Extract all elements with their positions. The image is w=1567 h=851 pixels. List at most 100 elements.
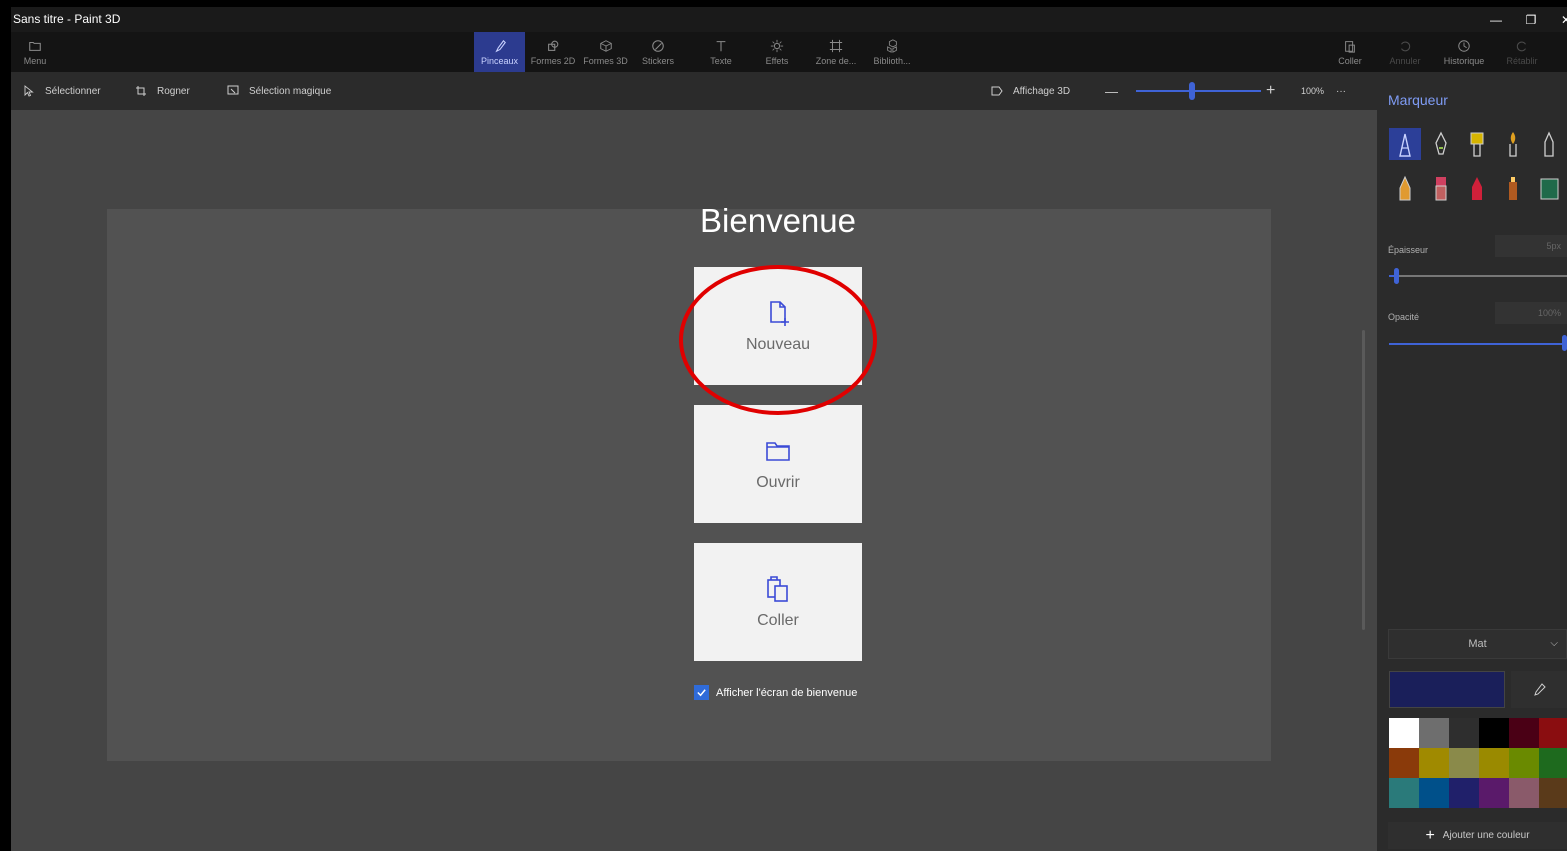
fill-brush[interactable]: [1533, 172, 1565, 204]
ribbon: Menu Pinceaux Formes 2D Formes 3D Sticke…: [11, 32, 1567, 72]
color-swatch[interactable]: [1389, 748, 1419, 778]
folder-icon: [29, 41, 41, 51]
current-color-swatch[interactable]: [1389, 671, 1505, 708]
cube-icon: [599, 39, 612, 52]
view-3d-button[interactable]: Affichage 3D: [991, 72, 1070, 110]
minimize-button[interactable]: —: [1478, 7, 1514, 32]
opacity-label: Opacité: [1388, 312, 1420, 322]
zoom-slider-track[interactable]: [1136, 90, 1261, 92]
color-swatch[interactable]: [1539, 718, 1567, 748]
tab-label: Stickers: [641, 55, 674, 66]
calligraphy-pen-icon: [1435, 131, 1447, 155]
shapes-2d-icon: [548, 40, 559, 51]
zoom-value-label: 100%: [1301, 86, 1325, 96]
tab-texte[interactable]: Texte: [696, 32, 746, 72]
color-swatch[interactable]: [1389, 778, 1419, 808]
vertical-scrollbar[interactable]: [1362, 330, 1365, 630]
tab-formes-2d[interactable]: Formes 2D: [528, 32, 578, 72]
color-swatch[interactable]: [1539, 778, 1567, 808]
marker-icon: [1399, 133, 1411, 157]
menu-button[interactable]: Menu: [11, 32, 59, 72]
zoom-out-label: —: [1105, 83, 1118, 99]
show-welcome-checkbox[interactable]: Afficher l'écran de bienvenue: [694, 685, 857, 700]
thickness-slider-thumb[interactable]: [1394, 268, 1399, 284]
paste-ribbon-button[interactable]: Coller: [1330, 32, 1370, 72]
pixel-pen-brush[interactable]: [1533, 128, 1565, 160]
close-button[interactable]: ✕: [1548, 7, 1567, 32]
color-swatch[interactable]: [1389, 718, 1419, 748]
view-3d-icon: [991, 86, 1003, 96]
color-swatch[interactable]: [1509, 718, 1539, 748]
select-button[interactable]: Sélectionner: [23, 72, 101, 110]
tab-stickers[interactable]: Stickers: [633, 32, 683, 72]
tab-effets[interactable]: Effets: [752, 32, 802, 72]
tab-formes-3d[interactable]: Formes 3D: [580, 32, 631, 72]
spray-can-brush[interactable]: [1497, 172, 1529, 204]
opacity-input[interactable]: 100%: [1495, 302, 1567, 324]
pencil-icon: [1399, 175, 1411, 201]
color-swatch[interactable]: [1509, 778, 1539, 808]
open-button[interactable]: Ouvrir: [694, 405, 862, 523]
color-swatch[interactable]: [1509, 748, 1539, 778]
brush-panel: Marqueur Épaisseur 5px Opacité 100% Mat …: [1377, 72, 1567, 851]
color-swatch[interactable]: [1449, 748, 1479, 778]
add-color-label: Ajouter une couleur: [1442, 830, 1530, 841]
tab-pinceaux[interactable]: Pinceaux: [474, 32, 525, 72]
zoom-in-label: +: [1266, 82, 1276, 99]
color-swatch[interactable]: [1479, 748, 1509, 778]
color-swatch[interactable]: [1539, 748, 1567, 778]
crop-button[interactable]: Rogner: [135, 72, 190, 110]
restore-button[interactable]: ❐: [1513, 7, 1549, 32]
fill-bucket-icon: [1540, 178, 1559, 200]
finish-dropdown[interactable]: Mat ⌵: [1388, 629, 1567, 659]
redo-label: Rétablir: [1506, 55, 1538, 66]
toolbar: Sélectionner Rogner Sélection magique Af…: [11, 72, 1377, 110]
color-swatch[interactable]: [1479, 718, 1509, 748]
window-title: Sans titre - Paint 3D: [13, 12, 121, 26]
color-swatch[interactable]: [1419, 748, 1449, 778]
marker-brush[interactable]: [1389, 128, 1421, 160]
paste-button[interactable]: Coller: [694, 543, 862, 661]
color-swatch[interactable]: [1449, 778, 1479, 808]
more-button[interactable]: ···: [1336, 72, 1346, 110]
magic-select-button[interactable]: Sélection magique: [227, 72, 331, 110]
more-label: ···: [1336, 85, 1346, 97]
watercolor-icon: [1509, 132, 1517, 157]
zoom-out-button[interactable]: —: [1105, 72, 1118, 110]
pixel-pen-icon: [1544, 131, 1554, 157]
history-button[interactable]: Historique: [1436, 32, 1492, 72]
sun-icon: [770, 39, 784, 52]
tab-zone-de-dessin[interactable]: Zone de...: [808, 32, 864, 72]
watercolor-brush[interactable]: [1497, 128, 1529, 160]
color-swatch[interactable]: [1419, 778, 1449, 808]
thickness-input[interactable]: 5px: [1495, 235, 1567, 257]
redo-button[interactable]: Rétablir: [1497, 32, 1547, 72]
eyedropper-button[interactable]: [1511, 671, 1567, 708]
eraser-brush[interactable]: [1425, 172, 1457, 204]
calligraphy-pen-brush[interactable]: [1425, 128, 1457, 160]
undo-icon: [1401, 41, 1411, 51]
paste-icon: [1345, 40, 1355, 53]
tab-label: Biblioth...: [873, 55, 911, 66]
zoom-slider-thumb[interactable]: [1189, 82, 1195, 100]
crayon-brush[interactable]: [1461, 172, 1493, 204]
add-color-button[interactable]: + Ajouter une couleur: [1388, 822, 1567, 849]
zoom-in-button[interactable]: +: [1266, 72, 1275, 110]
undo-button[interactable]: Annuler: [1381, 32, 1429, 72]
thickness-slider-track[interactable]: [1394, 275, 1567, 277]
open-label: Ouvrir: [756, 474, 800, 491]
tab-bibliotheque[interactable]: Biblioth...: [866, 32, 918, 72]
color-swatch[interactable]: [1479, 778, 1509, 808]
brush-icon: [494, 39, 506, 52]
tab-label: Texte: [710, 55, 732, 66]
opacity-slider-thumb[interactable]: [1562, 335, 1567, 351]
pencil-brush[interactable]: [1389, 172, 1421, 204]
opacity-slider-track[interactable]: [1389, 343, 1564, 345]
drawing-canvas[interactable]: [107, 209, 1271, 761]
panel-title: Marqueur: [1388, 92, 1448, 108]
tab-label: Formes 2D: [530, 55, 576, 66]
oil-brush[interactable]: [1461, 128, 1493, 160]
color-swatch[interactable]: [1449, 718, 1479, 748]
color-swatch[interactable]: [1419, 718, 1449, 748]
redo-icon: [1516, 41, 1526, 51]
